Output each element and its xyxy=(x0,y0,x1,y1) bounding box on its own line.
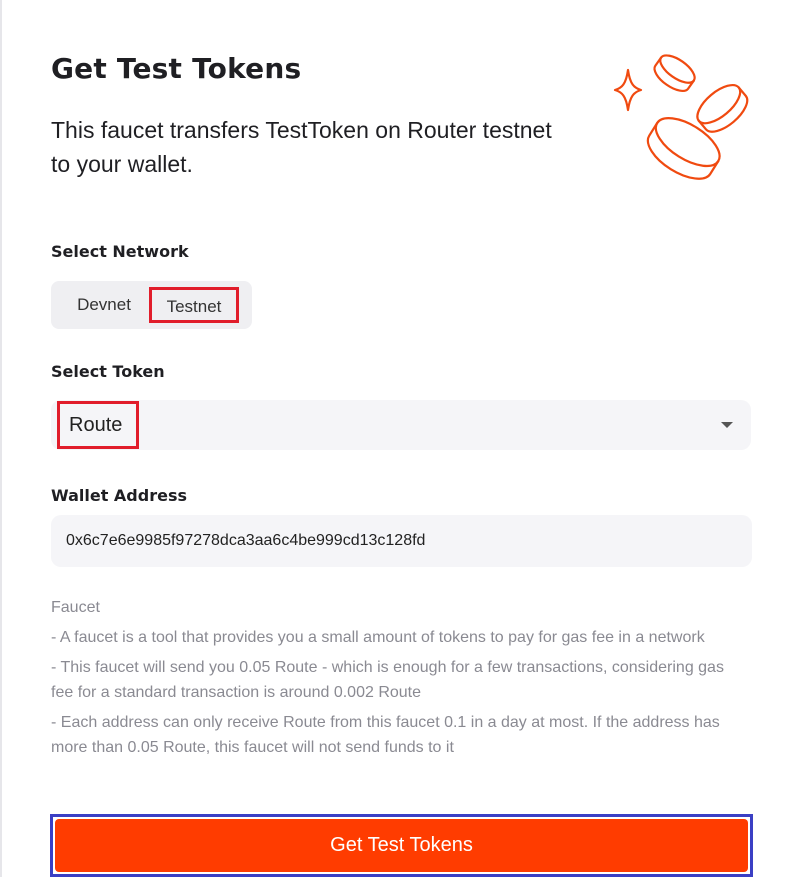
faucet-info-line: - A faucet is a tool that provides you a… xyxy=(51,629,705,646)
faucet-info-heading: Faucet xyxy=(51,599,100,616)
select-token-label: Select Token xyxy=(51,362,165,381)
page-title: Get Test Tokens xyxy=(51,52,302,85)
sparkle-icon xyxy=(613,68,643,112)
wallet-address-label: Wallet Address xyxy=(51,486,187,505)
faucet-info-line: - This faucet will send you 0.05 Route -… xyxy=(51,659,724,701)
coins-sparkle-illustration xyxy=(613,54,749,180)
page-subtitle: This faucet transfers TestToken on Route… xyxy=(51,117,552,177)
caret-down-icon xyxy=(721,422,733,428)
select-network-label: Select Network xyxy=(51,242,189,261)
coin-small-icon xyxy=(653,54,696,93)
network-option-testnet[interactable]: Testnet xyxy=(149,287,239,323)
wallet-address-input[interactable] xyxy=(51,515,752,567)
network-option-devnet[interactable]: Devnet xyxy=(57,281,151,329)
token-select[interactable]: Route xyxy=(51,400,751,450)
faucet-info: Faucet - A faucet is a tool that provide… xyxy=(51,595,741,765)
get-test-tokens-button[interactable]: Get Test Tokens xyxy=(55,819,748,872)
token-select-value: Route xyxy=(57,401,139,449)
left-divider xyxy=(0,0,2,877)
faucet-info-line: - Each address can only receive Route fr… xyxy=(51,714,720,756)
network-toggle: Devnet Testnet xyxy=(51,281,252,329)
